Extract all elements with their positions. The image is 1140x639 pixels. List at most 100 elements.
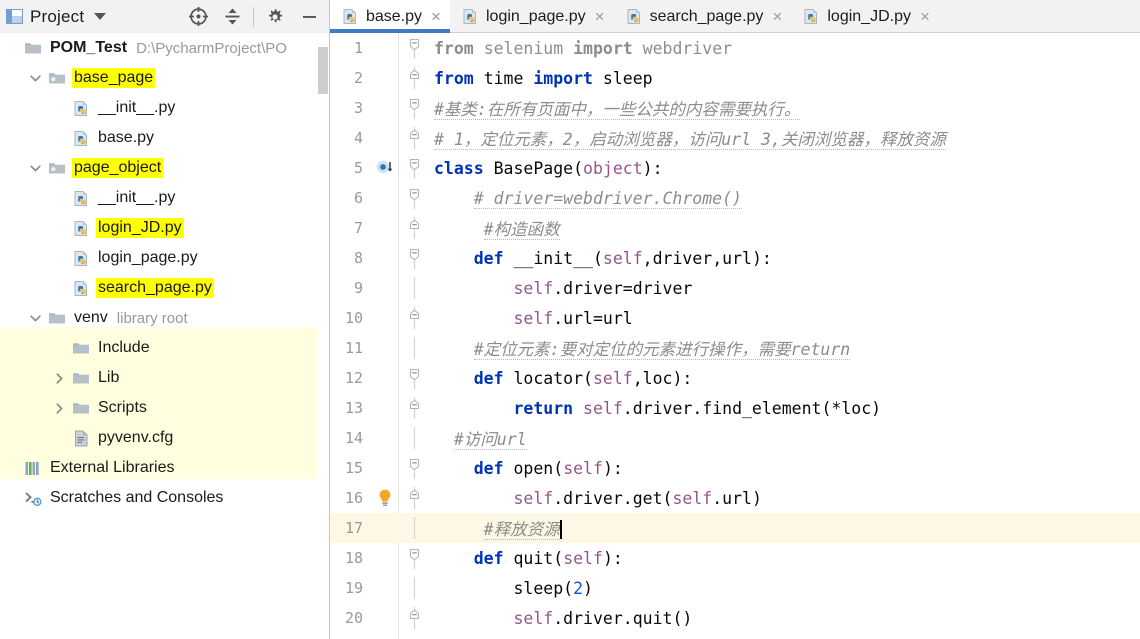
intention-bulb-icon[interactable] <box>372 488 398 508</box>
locate-icon[interactable] <box>181 2 215 32</box>
code-line[interactable]: 1 from selenium import webdriver <box>330 33 1140 63</box>
scratches-icon <box>22 490 44 507</box>
code-line[interactable]: 14 #访问url <box>330 423 1140 453</box>
code-line[interactable]: 15 def open(self): <box>330 453 1140 483</box>
line-number: 7 <box>353 219 363 237</box>
close-icon[interactable]: × <box>772 8 782 25</box>
tree-item-include[interactable]: Include <box>0 333 329 363</box>
code-line[interactable]: 9 self.driver=driver <box>330 273 1140 303</box>
tree-item-page-object[interactable]: page_object <box>0 153 329 183</box>
fold-toggle-icon[interactable] <box>398 247 430 269</box>
line-number: 13 <box>344 399 363 417</box>
code-line[interactable]: 13 return self.driver.find_element(*loc) <box>330 393 1140 423</box>
fold-toggle-icon[interactable] <box>398 367 430 389</box>
line-number: 3 <box>353 99 363 117</box>
settings-gear-icon[interactable] <box>258 2 292 32</box>
tree-item-external-libraries[interactable]: External Libraries <box>0 453 329 483</box>
code-line[interactable]: 19 sleep(2) <box>330 573 1140 603</box>
tree-item--init-py[interactable]: __init__.py <box>0 93 329 123</box>
fold-toggle-icon[interactable] <box>398 307 430 329</box>
tree-item-scratches-and-consoles[interactable]: Scratches and Consoles <box>0 483 329 513</box>
editor-tab-login-jd-py[interactable]: login_JD.py × <box>791 0 939 33</box>
code-line[interactable]: 12 def locator(self,loc): <box>330 363 1140 393</box>
project-tree[interactable]: POM_Test D:\PycharmProject\PO base_page _… <box>0 33 329 639</box>
project-scrollbar[interactable] <box>317 33 329 639</box>
tree-item-lib[interactable]: Lib <box>0 363 329 393</box>
tree-item-label: External Libraries <box>50 459 175 476</box>
tree-item-base-page[interactable]: base_page <box>0 63 329 93</box>
tree-item--init-py[interactable]: __init__.py <box>0 183 329 213</box>
code-text: def locator(self,loc): <box>473 368 693 388</box>
code-line[interactable]: 10 self.url=url <box>330 303 1140 333</box>
line-number: 4 <box>353 129 363 147</box>
collapse-all-icon[interactable] <box>215 2 249 32</box>
code-lines: 1 from selenium import webdriver 2 from t… <box>330 33 1140 633</box>
code-line[interactable]: 2 from time import sleep <box>330 63 1140 93</box>
close-icon[interactable]: × <box>431 8 441 25</box>
fold-toggle-icon[interactable] <box>398 157 430 179</box>
folder-icon <box>46 310 68 326</box>
code-text: return self.driver.find_element(*loc) <box>513 398 882 418</box>
tree-item-login-jd-py[interactable]: login_JD.py <box>0 213 329 243</box>
code-text: def open(self): <box>473 458 623 478</box>
fold-toggle-icon[interactable] <box>398 457 430 479</box>
fold-toggle-icon[interactable] <box>398 127 430 149</box>
fold-line <box>398 517 430 539</box>
code-line[interactable]: 7 #构造函数 <box>330 213 1140 243</box>
code-line[interactable]: 8 def __init__(self,driver,url): <box>330 243 1140 273</box>
code-text: # 1，定位元素，2，启动浏览器，访问url 3,关闭浏览器，释放资源 <box>434 130 946 150</box>
tree-item-label: login_JD.py <box>96 218 184 238</box>
fold-toggle-icon[interactable] <box>398 37 430 59</box>
tree-item-login-page-py[interactable]: login_page.py <box>0 243 329 273</box>
tree-item-pom-test[interactable]: POM_Test D:\PycharmProject\PO <box>0 33 329 63</box>
fold-toggle-icon[interactable] <box>398 217 430 239</box>
code-line[interactable]: 16 self.driver.get(self.url) <box>330 483 1140 513</box>
line-number: 6 <box>353 189 363 207</box>
chevron-down-icon[interactable] <box>24 72 46 85</box>
code-line[interactable]: 20 self.driver.quit() <box>330 603 1140 633</box>
tree-item-scripts[interactable]: Scripts <box>0 393 329 423</box>
fold-toggle-icon[interactable] <box>398 187 430 209</box>
close-icon[interactable]: × <box>595 8 605 25</box>
editor-tab-base-py[interactable]: base.py × <box>330 0 450 33</box>
fold-toggle-icon[interactable] <box>398 547 430 569</box>
tree-item-base-py[interactable]: base.py <box>0 123 329 153</box>
fold-toggle-icon[interactable] <box>398 67 430 89</box>
fold-toggle-icon[interactable] <box>398 397 430 419</box>
chevron-down-icon[interactable] <box>24 312 46 325</box>
line-number: 12 <box>344 369 363 387</box>
editor-tab-search-page-py[interactable]: search_page.py × <box>613 0 792 33</box>
fold-line <box>398 427 430 449</box>
tree-item-pyvenv-cfg[interactable]: pyvenv.cfg <box>0 423 329 453</box>
code-line[interactable]: 11 #定位元素:要对定位的元素进行操作，需要return <box>330 333 1140 363</box>
code-text: #基类:在所有页面中，一些公共的内容需要执行。 <box>434 100 801 120</box>
chevron-right-icon[interactable] <box>48 372 70 385</box>
editor-tab-login-page-py[interactable]: login_page.py × <box>449 0 614 33</box>
project-scrollbar-thumb[interactable] <box>318 47 328 94</box>
code-line[interactable]: 18 def quit(self): <box>330 543 1140 573</box>
fold-toggle-icon[interactable] <box>398 97 430 119</box>
code-line[interactable]: 17 #释放资源 <box>330 513 1140 543</box>
fold-line <box>398 277 430 299</box>
editor-tab-label: base.py <box>366 7 423 25</box>
code-line[interactable]: 4 # 1，定位元素，2，启动浏览器，访问url 3,关闭浏览器，释放资源 <box>330 123 1140 153</box>
code-line[interactable]: 5 class BasePage(object): <box>330 153 1140 183</box>
hide-panel-icon[interactable] <box>292 2 326 32</box>
code-line[interactable]: 3 #基类:在所有页面中，一些公共的内容需要执行。 <box>330 93 1140 123</box>
tree-item-search-page-py[interactable]: search_page.py <box>0 273 329 303</box>
fold-toggle-icon[interactable] <box>398 607 430 629</box>
chevron-down-icon[interactable] <box>24 162 46 175</box>
tree-item-venv[interactable]: venv library root <box>0 303 329 333</box>
fold-toggle-icon[interactable] <box>398 487 430 509</box>
text-caret <box>559 520 562 539</box>
tree-item-label: venv <box>74 309 108 326</box>
chevron-right-icon[interactable] <box>48 402 70 415</box>
code-editor[interactable]: 1 from selenium import webdriver 2 from t… <box>330 33 1140 639</box>
editor-area: base.py × login_page.py × search_page.py × … <box>330 0 1140 639</box>
tree-item-label: __init__.py <box>98 189 176 206</box>
close-icon[interactable]: × <box>920 8 930 25</box>
chevron-down-icon[interactable] <box>94 13 107 20</box>
code-text: #定位元素:要对定位的元素进行操作，需要return <box>473 340 851 360</box>
run-class-icon[interactable] <box>372 158 398 178</box>
code-line[interactable]: 6 # driver=webdriver.Chrome() <box>330 183 1140 213</box>
